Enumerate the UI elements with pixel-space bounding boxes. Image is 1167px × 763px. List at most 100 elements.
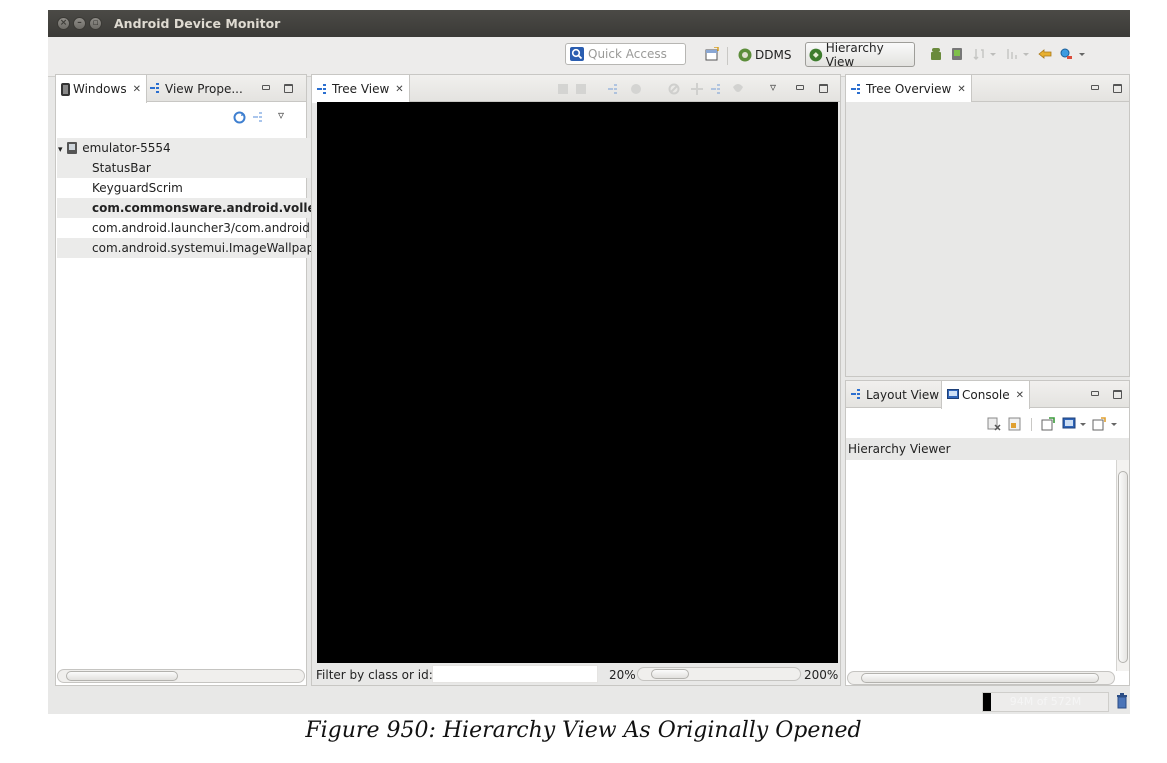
chevron-down-icon[interactable] (1078, 47, 1086, 61)
device-screenshot-icon[interactable] (950, 47, 964, 61)
zoom-min-label: 20% (609, 668, 636, 682)
perspective-hierarchy-view-button[interactable]: Hierarchy View (805, 40, 915, 69)
close-tab-icon[interactable]: ✕ (1016, 390, 1024, 401)
maximize-window-button[interactable]: ▫ (89, 17, 102, 30)
display-console-icon[interactable] (1062, 417, 1076, 431)
windows-horizontal-scrollbar[interactable] (57, 669, 305, 683)
list-item[interactable]: com.android.launcher3/com.android (57, 218, 313, 238)
perspective-ddms-button[interactable]: DDMS (738, 43, 791, 67)
tree-overview-tabbar: Tree Overview ✕ (845, 75, 1129, 103)
view-menu-icon[interactable]: ▿ (278, 108, 284, 122)
maximize-icon: ▫ (92, 18, 99, 28)
capture-layers-icon[interactable] (575, 83, 587, 95)
search-references-icon[interactable] (1059, 47, 1073, 61)
profile-icon[interactable] (732, 83, 744, 95)
expand-icon[interactable]: ▾ (58, 145, 63, 155)
tab-view-properties[interactable]: View Prope... (145, 75, 248, 102)
clear-console-icon[interactable] (987, 417, 1001, 431)
title-bar: × – ▫ Android Device Monitor (48, 10, 1130, 37)
quick-access-field[interactable]: Quick Access (565, 43, 686, 65)
view-menu-icon[interactable]: ▿ (770, 80, 776, 94)
main-toolbar: Quick Access DDMS Hierarchy View (48, 37, 1130, 77)
refresh-icon[interactable] (233, 111, 246, 124)
open-perspective-icon[interactable] (705, 47, 719, 61)
tab-console[interactable]: Console ✕ (941, 381, 1031, 409)
console-title: Hierarchy Viewer (848, 442, 951, 456)
tab-tree-overview[interactable]: Tree Overview ✕ (845, 75, 972, 103)
zoom-slider[interactable] (637, 667, 801, 681)
tree-canvas[interactable] (317, 102, 838, 663)
load-tree-icon[interactable] (253, 112, 265, 123)
maximize-panel-icon[interactable] (819, 84, 828, 93)
sort-icon[interactable] (972, 47, 986, 61)
tab-layout-view-label: Layout View (866, 387, 940, 402)
device-row[interactable]: ▾ emulator-5554 (57, 138, 313, 158)
filter-icon[interactable] (1005, 47, 1019, 61)
toolbar-separator (1031, 418, 1032, 431)
console-vertical-scrollbar[interactable] (1116, 460, 1129, 671)
close-tab-icon[interactable]: ✕ (133, 84, 141, 95)
filter-label: Filter by class or id: (316, 668, 433, 682)
tab-console-label: Console (962, 388, 1010, 402)
maximize-panel-icon[interactable] (284, 84, 293, 93)
scrollbar-thumb[interactable] (66, 671, 178, 681)
console-header: Hierarchy Viewer (846, 438, 1129, 460)
tab-layout-view[interactable]: Layout View (846, 381, 944, 408)
hierarchy-view-icon (809, 48, 823, 61)
minimize-panel-icon[interactable] (1091, 391, 1099, 396)
close-tab-icon[interactable]: ✕ (957, 84, 965, 95)
tree-overview-canvas[interactable] (846, 102, 1129, 376)
tab-tree-view[interactable]: Tree View ✕ (311, 75, 410, 103)
back-arrow-icon[interactable] (1038, 47, 1052, 61)
minimize-window-button[interactable]: – (73, 17, 86, 30)
console-horizontal-scrollbar[interactable] (847, 671, 1115, 685)
console-output[interactable] (846, 460, 1116, 671)
filter-input[interactable] (432, 665, 598, 683)
ddms-icon (738, 48, 752, 62)
scrollbar-thumb[interactable] (1118, 471, 1128, 663)
trash-icon[interactable] (1116, 693, 1128, 709)
minimize-icon: – (77, 18, 82, 28)
heap-status[interactable]: 94M of 572M (982, 692, 1109, 712)
display-view-icon[interactable] (630, 83, 642, 95)
tree-overview-panel: Tree Overview ✕ (845, 74, 1130, 377)
minimize-panel-icon[interactable] (262, 85, 270, 90)
request-layout-icon[interactable] (691, 83, 703, 95)
list-item[interactable]: StatusBar (57, 158, 313, 178)
android-icon[interactable] (929, 47, 943, 61)
scrollbar-thumb[interactable] (861, 673, 1099, 683)
list-item[interactable]: com.android.systemui.ImageWallpap (57, 238, 313, 258)
tree-icon[interactable] (608, 84, 620, 95)
pin-console-icon[interactable] (1041, 417, 1055, 431)
ddms-label: DDMS (755, 48, 792, 62)
tab-windows-label: Windows (73, 82, 127, 96)
open-console-icon[interactable] (1092, 417, 1106, 431)
tree-icon (150, 83, 162, 94)
tab-tree-view-label: Tree View (332, 82, 390, 96)
tree-icon[interactable] (711, 84, 723, 95)
tree-view-tabbar: Tree View ✕ ▿ (311, 75, 840, 103)
tree-icon (851, 83, 863, 95)
tree-icon (317, 83, 329, 95)
device-icon (61, 82, 70, 96)
maximize-panel-icon[interactable] (1113, 390, 1122, 399)
invalidate-icon[interactable] (668, 83, 680, 95)
tab-windows[interactable]: Windows ✕ (55, 75, 147, 103)
hierarchy-view-label: Hierarchy View (825, 40, 884, 69)
close-tab-icon[interactable]: ✕ (395, 84, 403, 95)
chevron-down-icon[interactable] (989, 47, 997, 61)
list-item[interactable]: com.commonsware.android.volley/c (57, 198, 313, 218)
zoom-slider-thumb[interactable] (651, 669, 689, 679)
windows-tabbar: Windows ✕ View Prope... (55, 75, 306, 103)
close-window-button[interactable]: × (57, 17, 70, 30)
minimize-panel-icon[interactable] (1091, 85, 1099, 90)
list-item[interactable]: KeyguardScrim (57, 178, 313, 198)
save-icon[interactable] (557, 83, 569, 95)
chevron-down-icon[interactable] (1110, 419, 1118, 429)
chevron-down-icon[interactable] (1079, 419, 1087, 429)
scroll-lock-icon[interactable] (1008, 417, 1022, 431)
minimize-panel-icon[interactable] (796, 85, 804, 90)
console-icon (947, 389, 959, 399)
chevron-down-icon[interactable] (1022, 47, 1030, 61)
maximize-panel-icon[interactable] (1113, 84, 1122, 93)
